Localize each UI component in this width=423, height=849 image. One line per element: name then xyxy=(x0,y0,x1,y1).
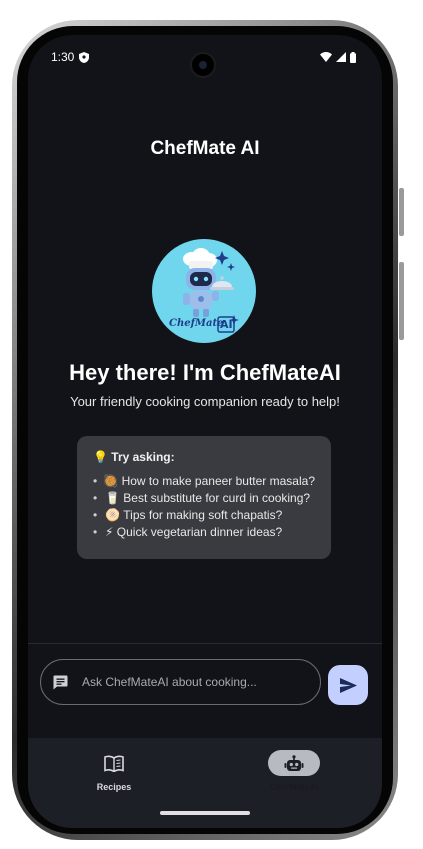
suggestion-text: Quick vegetarian dinner ideas? xyxy=(116,525,283,539)
chat-input-container[interactable] xyxy=(40,659,321,705)
shield-icon xyxy=(79,51,90,63)
welcome-greeting: Hey there! I'm ChefMateAI xyxy=(69,360,341,385)
bullet-icon: • xyxy=(93,525,98,539)
chefmate-avatar: ChefMate AI xyxy=(152,239,256,343)
nav-pill-active xyxy=(268,750,320,776)
suggestion-emoji: 🥘 xyxy=(103,474,119,488)
bullet-icon: • xyxy=(93,474,98,488)
status-time: 1:30 xyxy=(51,50,75,64)
bullet-icon: • xyxy=(93,508,98,522)
battery-icon xyxy=(350,51,356,63)
avatar-logo-text: ChefMate xyxy=(169,318,224,329)
suggestions-card: 💡 Try asking: • 🥘 How to make paneer but… xyxy=(77,436,331,559)
app-title: ChefMate AI xyxy=(150,138,260,159)
suggestion-text: How to make paneer butter masala? xyxy=(121,474,315,488)
power-button xyxy=(399,188,404,236)
chat-input[interactable] xyxy=(82,675,302,689)
front-camera xyxy=(190,52,216,78)
nav-item-recipes[interactable]: Recipes xyxy=(64,750,164,792)
nav-label-recipes: Recipes xyxy=(96,782,132,792)
nav-label-chefmateai: ChefMateAI xyxy=(269,782,319,792)
suggestion-emoji: ⚡ xyxy=(105,525,114,539)
input-divider xyxy=(28,643,382,644)
avatar-logo-badge: AI xyxy=(220,318,233,331)
book-icon xyxy=(104,755,124,772)
suggestion-text: Tips for making soft chapatis? xyxy=(123,508,283,522)
nav-pill xyxy=(88,750,140,776)
robot-icon xyxy=(284,754,304,771)
app-screen: 1:30 ChefMate AI ChefMate AI Hey there! … xyxy=(28,35,382,828)
suggestion-emoji: 🫓 xyxy=(105,508,120,522)
send-icon xyxy=(339,677,357,693)
wifi-icon xyxy=(320,52,332,62)
send-button[interactable] xyxy=(328,665,368,705)
volume-button xyxy=(399,262,404,340)
message-icon xyxy=(53,675,68,689)
nav-item-chefmateai[interactable]: ChefMateAI xyxy=(244,750,344,792)
signal-icon xyxy=(336,52,346,62)
suggestion-item[interactable]: • ⚡ Quick vegetarian dinner ideas? xyxy=(93,524,315,541)
suggestion-emoji: 🥛 xyxy=(105,491,120,505)
bullet-icon: • xyxy=(93,491,98,505)
home-indicator[interactable] xyxy=(160,811,250,815)
welcome-subtitle: Your friendly cooking companion ready to… xyxy=(70,394,340,409)
suggestion-text: Best substitute for curd in cooking? xyxy=(123,491,311,505)
suggestion-item[interactable]: • 🥘 How to make paneer butter masala? xyxy=(93,473,315,490)
suggestion-item[interactable]: • 🫓 Tips for making soft chapatis? xyxy=(93,507,315,524)
suggestion-item[interactable]: • 🥛 Best substitute for curd in cooking? xyxy=(93,490,315,507)
suggestions-heading: 💡 Try asking: xyxy=(93,450,175,464)
